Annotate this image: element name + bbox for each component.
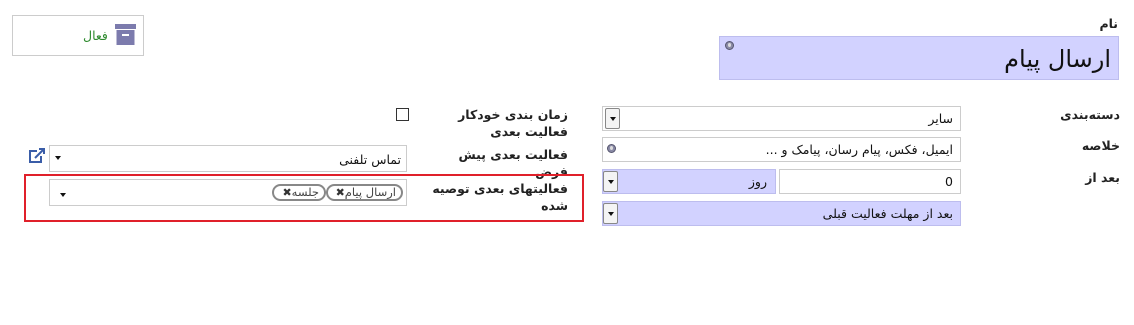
caret-down-icon — [603, 171, 618, 192]
recommended-next-input[interactable]: ارسال پیام✖ جلسه✖ — [49, 179, 407, 206]
globe-icon — [607, 144, 616, 153]
after-unit-value: روز — [748, 174, 767, 189]
name-value: ارسال پیام — [1004, 45, 1111, 73]
summary-label: خلاصه — [1081, 138, 1120, 153]
tag-label: ارسال پیام — [344, 185, 396, 199]
category-select[interactable]: سایر — [602, 106, 961, 131]
summary-input[interactable]: ایمیل، فکس، پیام رسان، پیامک و ... — [602, 137, 961, 162]
category-label: دسته‌بندی — [1060, 107, 1120, 122]
external-link-icon[interactable] — [27, 148, 46, 165]
after-relative-value: بعد از مهلت فعالیت قبلی — [822, 206, 953, 221]
default-next-value: تماس تلفنی — [339, 152, 401, 167]
caret-down-icon — [60, 193, 66, 197]
tag-label: جلسه — [291, 185, 319, 199]
status-label: فعال — [83, 28, 108, 43]
after-unit-select[interactable]: روز — [602, 169, 776, 194]
archive-icon — [115, 24, 136, 45]
tag-remove-icon[interactable]: ✖ — [336, 186, 345, 199]
caret-down-icon — [603, 203, 618, 224]
after-relative-select[interactable]: بعد از مهلت فعالیت قبلی — [602, 201, 961, 226]
after-number-input[interactable]: 0 — [779, 169, 961, 194]
caret-down-icon — [55, 156, 61, 160]
recommended-next-label: فعالیتهای بعدی توصیه شده — [432, 181, 568, 213]
auto-schedule-checkbox[interactable] — [396, 108, 409, 121]
default-next-select[interactable]: تماس تلفنی — [49, 145, 407, 172]
category-value: سایر — [928, 111, 953, 126]
caret-down-icon — [605, 108, 620, 129]
auto-schedule-label: زمان بندی خودکار فعالیت بعدی — [458, 107, 568, 139]
globe-icon — [725, 41, 734, 50]
name-input[interactable]: ارسال پیام — [719, 36, 1119, 80]
tag-chip[interactable]: ارسال پیام✖ — [325, 184, 403, 201]
summary-value: ایمیل، فکس، پیام رسان، پیامک و ... — [765, 142, 953, 157]
name-label: نام — [1099, 16, 1118, 31]
after-number-value: 0 — [945, 174, 953, 189]
after-label: بعد از — [1085, 170, 1120, 185]
status-button[interactable]: فعال — [12, 15, 144, 56]
tag-chip[interactable]: جلسه✖ — [272, 184, 326, 201]
tag-remove-icon[interactable]: ✖ — [282, 186, 291, 199]
